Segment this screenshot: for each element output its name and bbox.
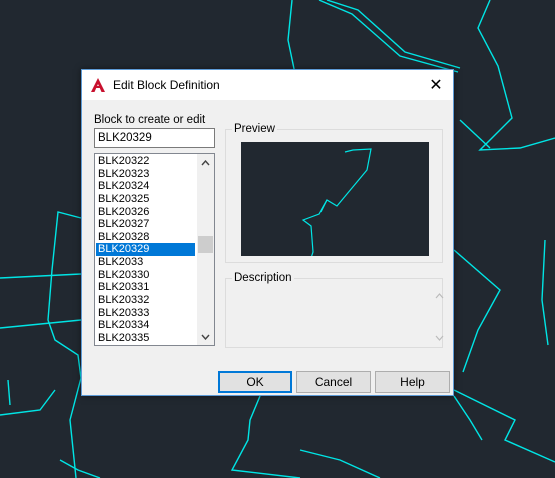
scroll-thumb[interactable] — [198, 236, 213, 253]
block-list-item[interactable]: BLK20334 — [96, 319, 195, 332]
block-list-item[interactable]: BLK20335 — [96, 332, 195, 345]
block-list-item[interactable]: BLK20330 — [96, 269, 195, 282]
chevron-up-icon — [435, 293, 444, 299]
cancel-button[interactable]: Cancel — [296, 371, 371, 393]
block-list-item[interactable]: BLK20331 — [96, 281, 195, 294]
block-list-item[interactable]: BLK20333 — [96, 307, 195, 320]
block-list-item[interactable]: BLK20329 — [96, 243, 195, 257]
edit-block-definition-dialog: Edit Block Definition ✕ Block to create … — [81, 69, 454, 396]
block-preview — [241, 142, 429, 256]
dialog-title: Edit Block Definition — [113, 78, 220, 92]
block-list-item[interactable]: BLK20322 — [96, 155, 195, 168]
description-field[interactable] — [228, 288, 442, 346]
autocad-a-icon — [91, 78, 105, 92]
chevron-up-icon — [201, 159, 210, 165]
block-name-input[interactable] — [94, 128, 215, 148]
preview-label: Preview — [232, 123, 277, 135]
list-scrollbar[interactable] — [197, 154, 214, 345]
block-list-item[interactable]: BLK20327 — [96, 218, 195, 231]
block-list-item[interactable]: BLK20325 — [96, 193, 195, 206]
close-icon: ✕ — [429, 77, 443, 94]
block-list-item[interactable]: BLK20332 — [96, 294, 195, 307]
ok-button[interactable]: OK — [218, 371, 292, 393]
block-list-item[interactable]: BLK20326 — [96, 206, 195, 219]
block-list-item[interactable]: BLK20323 — [96, 168, 195, 181]
scroll-up-button[interactable] — [197, 154, 214, 171]
scroll-down-button[interactable] — [197, 328, 214, 345]
description-label: Description — [232, 272, 294, 284]
description-scrollbar — [433, 293, 447, 341]
close-button[interactable]: ✕ — [419, 70, 453, 100]
chevron-down-icon — [435, 335, 444, 341]
help-button[interactable]: Help — [375, 371, 450, 393]
dialog-title-bar: Edit Block Definition ✕ — [82, 70, 453, 100]
block-listbox[interactable]: BLK20322 BLK20323 BLK20324 BLK20325 BLK20326… — [94, 153, 215, 346]
block-list-item[interactable]: BLK20324 — [96, 180, 195, 193]
block-list-item[interactable]: BLK2033 — [96, 256, 195, 269]
block-list-item[interactable]: BLK20328 — [96, 231, 195, 244]
block-list: BLK20322 BLK20323 BLK20324 BLK20325 BLK20326… — [96, 155, 195, 345]
block-name-label: Block to create or edit — [94, 114, 206, 126]
chevron-down-icon — [201, 334, 210, 340]
